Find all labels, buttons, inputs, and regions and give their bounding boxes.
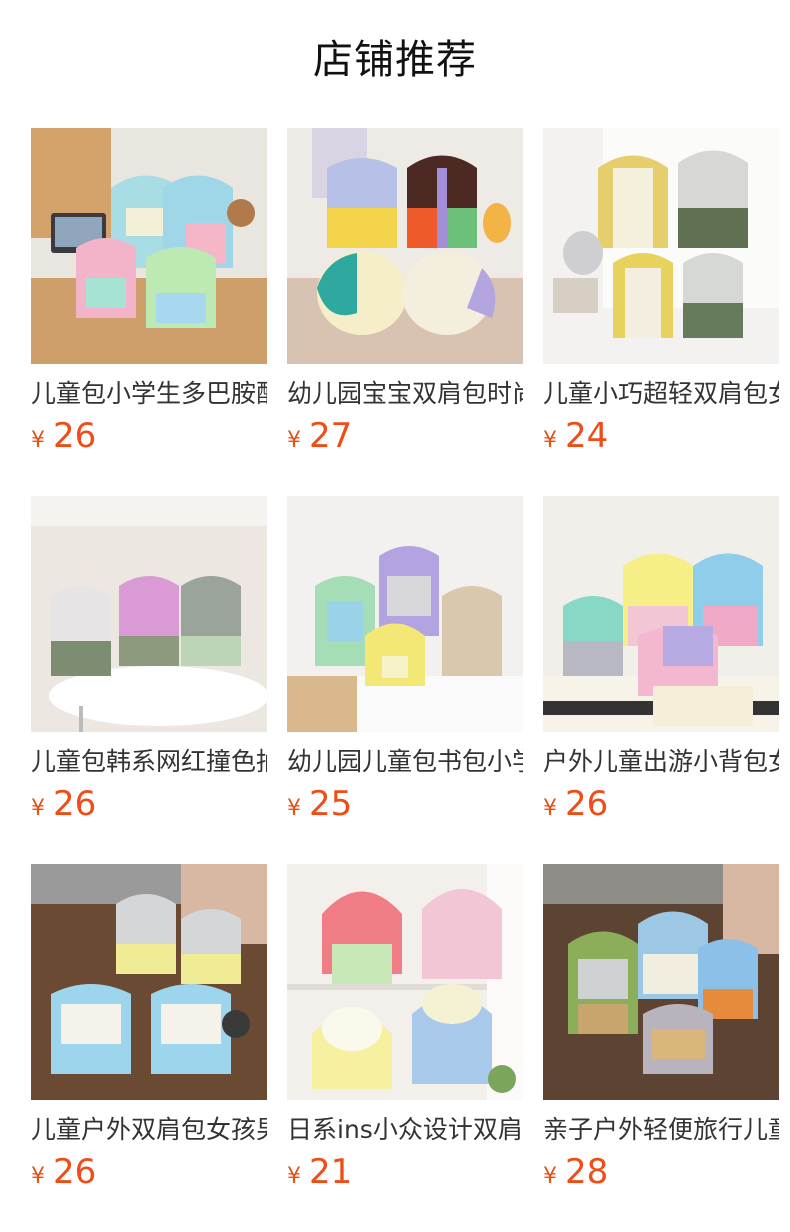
product-name[interactable]: 日系ins小众设计双肩包 — [287, 1114, 523, 1146]
product-image[interactable] — [543, 864, 779, 1100]
product-name[interactable]: 幼儿园宝宝双肩包时尚撞色 — [287, 378, 523, 410]
product-name[interactable]: 儿童包小学生多巴胺配色双肩包 — [31, 378, 267, 410]
price-amount: 21 — [309, 1152, 353, 1192]
product-price: ¥26 — [31, 784, 267, 824]
product-image[interactable] — [31, 496, 267, 732]
product-image[interactable] — [543, 128, 779, 364]
product-card[interactable]: 幼儿园宝宝双肩包时尚撞色 ¥27 — [287, 128, 523, 458]
product-card[interactable]: 日系ins小众设计双肩包 ¥21 — [287, 864, 523, 1194]
currency-symbol: ¥ — [31, 428, 45, 453]
product-card[interactable]: 儿童包韩系网红撞色抽绳 ¥26 — [31, 496, 267, 826]
currency-symbol: ¥ — [287, 428, 301, 453]
product-image[interactable] — [287, 864, 523, 1100]
price-amount: 26 — [565, 784, 609, 824]
product-price: ¥21 — [287, 1152, 523, 1192]
product-price: ¥27 — [287, 416, 523, 456]
product-grid: 店铺推荐 儿童包小学生多巴胺配色双肩包 ¥26 — [0, 0, 790, 1232]
product-image[interactable] — [287, 128, 523, 364]
price-amount: 28 — [565, 1152, 609, 1192]
price-amount: 27 — [309, 416, 353, 456]
product-name[interactable]: 幼儿园儿童包书包小学生 — [287, 746, 523, 778]
currency-symbol: ¥ — [287, 796, 301, 821]
currency-symbol: ¥ — [31, 1164, 45, 1189]
product-price: ¥25 — [287, 784, 523, 824]
product-name[interactable]: 儿童户外双肩包女孩男孩 — [31, 1114, 267, 1146]
product-card[interactable]: 幼儿园儿童包书包小学生 ¥25 — [287, 496, 523, 826]
product-price: ¥24 — [543, 416, 779, 456]
currency-symbol: ¥ — [543, 428, 557, 453]
product-price: ¥26 — [543, 784, 779, 824]
price-amount: 24 — [565, 416, 609, 456]
product-image[interactable] — [287, 496, 523, 732]
price-amount: 25 — [309, 784, 353, 824]
product-image[interactable] — [543, 496, 779, 732]
price-amount: 26 — [53, 784, 97, 824]
product-image[interactable] — [31, 128, 267, 364]
product-card[interactable]: 亲子户外轻便旅行儿童包 ¥28 — [543, 864, 779, 1194]
currency-symbol: ¥ — [31, 796, 45, 821]
product-price: ¥26 — [31, 416, 267, 456]
product-price: ¥28 — [543, 1152, 779, 1192]
product-image[interactable] — [31, 864, 267, 1100]
product-card[interactable]: 儿童户外双肩包女孩男孩 ¥26 — [31, 864, 267, 1194]
product-card[interactable]: 户外儿童出游小背包女孩 ¥26 — [543, 496, 779, 826]
product-name[interactable]: 儿童包韩系网红撞色抽绳 — [31, 746, 267, 778]
currency-symbol: ¥ — [543, 796, 557, 821]
price-amount: 26 — [53, 1152, 97, 1192]
product-name[interactable]: 亲子户外轻便旅行儿童包 — [543, 1114, 779, 1146]
page-title: 店铺推荐 — [313, 37, 477, 83]
product-name[interactable]: 户外儿童出游小背包女孩 — [543, 746, 779, 778]
product-card[interactable]: 儿童包小学生多巴胺配色双肩包 ¥26 — [31, 128, 267, 458]
currency-symbol: ¥ — [543, 1164, 557, 1189]
product-price: ¥26 — [31, 1152, 267, 1192]
currency-symbol: ¥ — [287, 1164, 301, 1189]
product-name[interactable]: 儿童小巧超轻双肩包女 — [543, 378, 779, 410]
price-amount: 26 — [53, 416, 97, 456]
product-card[interactable]: 儿童小巧超轻双肩包女 ¥24 — [543, 128, 779, 458]
